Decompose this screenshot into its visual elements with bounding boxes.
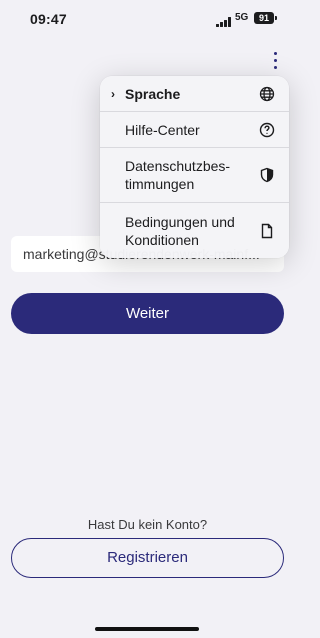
cellular-signal-icon (216, 14, 232, 32)
chevron-right-icon: › (111, 86, 115, 101)
menu-item-label: Hilfe-Center (125, 121, 200, 138)
network-type: 5G (235, 12, 249, 23)
more-options-icon[interactable] (264, 48, 286, 72)
menu-item-help-center[interactable]: Hilfe-Center (100, 112, 289, 148)
menu-item-label: Bedingungen und Konditionen (125, 213, 235, 248)
no-account-text: Hast Du kein Konto? (87, 517, 208, 532)
status-bar: 09:47 5G 91 (0, 0, 295, 40)
question-circle-icon (259, 122, 275, 138)
register-button[interactable]: Registrieren (11, 538, 284, 578)
menu-item-privacy-policy[interactable]: Datenschutzbes- timmungen (100, 148, 289, 203)
continue-button[interactable]: Weiter (11, 293, 284, 334)
document-icon (259, 223, 275, 239)
globe-icon (259, 86, 275, 102)
menu-item-label: Datenschutzbes- timmungen (125, 158, 231, 192)
menu-item-label: Sprache (125, 85, 181, 102)
menu-item-terms-and-conditions[interactable]: Bedingungen und Konditionen (100, 203, 289, 258)
battery-icon: 91 (254, 12, 277, 24)
shield-icon (259, 167, 275, 183)
home-indicator[interactable] (95, 627, 199, 631)
status-time: 09:47 (30, 11, 67, 27)
menu-item-language[interactable]: › Sprache (100, 76, 289, 112)
options-menu: › Sprache Hilfe-Center Datenschutzbes- t… (100, 76, 289, 258)
